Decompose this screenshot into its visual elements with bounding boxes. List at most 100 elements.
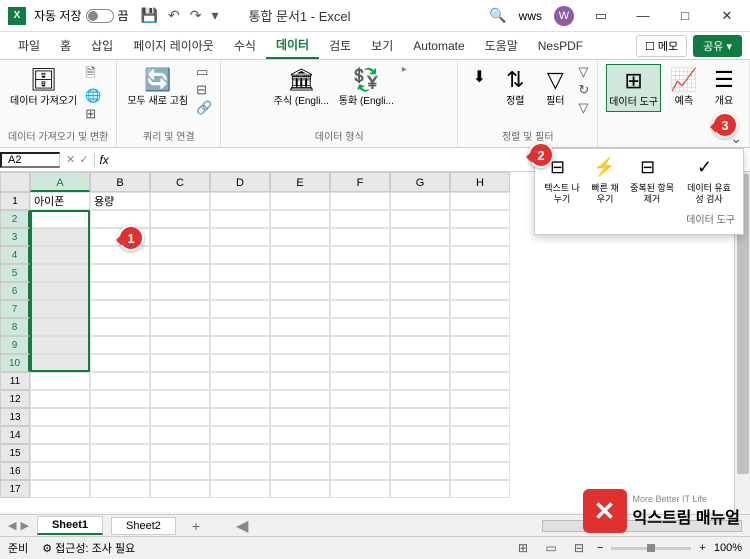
cell[interactable] xyxy=(210,210,270,228)
cell[interactable] xyxy=(210,192,270,210)
col-header-g[interactable]: G xyxy=(390,172,450,192)
name-box[interactable] xyxy=(0,152,60,168)
data-validation-button[interactable]: ✓ 데이터 유효성 검사 xyxy=(683,157,735,205)
sheet-tab-2[interactable]: Sheet2 xyxy=(111,517,176,535)
cell[interactable] xyxy=(30,228,90,246)
tab-help[interactable]: 도움말 xyxy=(475,33,528,58)
share-button[interactable]: 공유 ▾ xyxy=(693,35,742,57)
cell[interactable] xyxy=(90,462,150,480)
cell[interactable] xyxy=(330,408,390,426)
enter-formula-icon[interactable]: ✓ xyxy=(79,153,88,166)
cell[interactable] xyxy=(450,336,510,354)
cell[interactable] xyxy=(270,426,330,444)
cell[interactable] xyxy=(30,390,90,408)
cell[interactable] xyxy=(210,444,270,462)
remove-duplicates-button[interactable]: ⊟ 중복된 항목 제거 xyxy=(629,157,675,205)
zoom-slider[interactable] xyxy=(611,547,691,550)
cell[interactable] xyxy=(450,372,510,390)
cell[interactable] xyxy=(270,372,330,390)
zoom-out-icon[interactable]: − xyxy=(597,542,603,554)
cell[interactable] xyxy=(450,264,510,282)
cell[interactable] xyxy=(330,192,390,210)
cell[interactable] xyxy=(270,228,330,246)
cell[interactable] xyxy=(450,426,510,444)
save-icon[interactable]: 💾 xyxy=(141,7,158,24)
filter-button[interactable]: ▽ 필터 xyxy=(538,64,572,110)
cell[interactable] xyxy=(270,444,330,462)
get-data-button[interactable]: 🗄 데이터 가져오기 xyxy=(8,64,79,110)
cell[interactable] xyxy=(30,372,90,390)
cell[interactable] xyxy=(30,462,90,480)
row-header[interactable]: 9 xyxy=(0,336,30,354)
cell[interactable] xyxy=(390,228,450,246)
cell[interactable] xyxy=(450,300,510,318)
cell[interactable] xyxy=(30,480,90,498)
cell[interactable] xyxy=(390,372,450,390)
cell[interactable] xyxy=(150,444,210,462)
from-table-icon[interactable]: ⊞ xyxy=(85,106,101,122)
cell[interactable] xyxy=(330,228,390,246)
cell[interactable] xyxy=(270,246,330,264)
row-header[interactable]: 16 xyxy=(0,462,30,480)
col-header-b[interactable]: B xyxy=(90,172,150,192)
cell[interactable] xyxy=(330,426,390,444)
cell[interactable] xyxy=(150,300,210,318)
cell[interactable] xyxy=(210,426,270,444)
row-header[interactable]: 12 xyxy=(0,390,30,408)
cell[interactable] xyxy=(390,282,450,300)
cell[interactable] xyxy=(330,390,390,408)
cell[interactable] xyxy=(270,210,330,228)
col-header-c[interactable]: C xyxy=(150,172,210,192)
cell[interactable] xyxy=(270,354,330,372)
cell[interactable] xyxy=(270,300,330,318)
cell[interactable] xyxy=(150,354,210,372)
cell[interactable] xyxy=(330,300,390,318)
cell[interactable] xyxy=(150,336,210,354)
cell[interactable] xyxy=(150,426,210,444)
data-tools-button[interactable]: ⊞ 데이터 도구 xyxy=(606,64,661,112)
cell[interactable] xyxy=(90,354,150,372)
row-header[interactable]: 8 xyxy=(0,318,30,336)
from-web-icon[interactable]: 🌐 xyxy=(85,88,101,104)
cell[interactable] xyxy=(330,480,390,498)
outline-button[interactable]: ☰ 개요 xyxy=(707,64,741,110)
cell[interactable] xyxy=(390,390,450,408)
cell[interactable] xyxy=(30,408,90,426)
normal-view-icon[interactable]: ⊞ xyxy=(513,541,533,555)
flash-fill-button[interactable]: ⚡ 빠른 채우기 xyxy=(589,157,621,205)
close-icon[interactable]: ✕ xyxy=(712,8,742,24)
cell[interactable] xyxy=(30,318,90,336)
cell[interactable] xyxy=(450,354,510,372)
cell[interactable] xyxy=(390,336,450,354)
ribbon-display-icon[interactable]: ▭ xyxy=(586,8,616,24)
cell[interactable] xyxy=(270,390,330,408)
col-header-e[interactable]: E xyxy=(270,172,330,192)
cell[interactable] xyxy=(150,192,210,210)
cell[interactable] xyxy=(150,480,210,498)
cancel-formula-icon[interactable]: ✕ xyxy=(66,153,75,166)
cell[interactable] xyxy=(90,372,150,390)
cell[interactable] xyxy=(30,336,90,354)
row-header[interactable]: 5 xyxy=(0,264,30,282)
cell[interactable] xyxy=(330,318,390,336)
qat-dropdown-icon[interactable]: ▾ xyxy=(211,7,218,24)
cell[interactable] xyxy=(270,462,330,480)
cell[interactable] xyxy=(30,300,90,318)
cell[interactable] xyxy=(330,264,390,282)
redo-icon[interactable]: ↷ xyxy=(190,7,202,24)
cell[interactable] xyxy=(330,210,390,228)
tab-insert[interactable]: 삽입 xyxy=(81,33,123,58)
cell[interactable] xyxy=(390,354,450,372)
cell[interactable] xyxy=(330,354,390,372)
cell[interactable] xyxy=(450,282,510,300)
cell[interactable] xyxy=(270,318,330,336)
properties-icon[interactable]: ⊟ xyxy=(196,82,212,98)
cell[interactable] xyxy=(390,480,450,498)
cell[interactable] xyxy=(210,246,270,264)
clear-filter-icon[interactable]: ▽ xyxy=(578,64,589,80)
cell[interactable] xyxy=(30,444,90,462)
cell[interactable] xyxy=(390,210,450,228)
tab-nespdf[interactable]: NesPDF xyxy=(528,35,593,57)
cell[interactable] xyxy=(150,318,210,336)
row-header[interactable]: 3 xyxy=(0,228,30,246)
